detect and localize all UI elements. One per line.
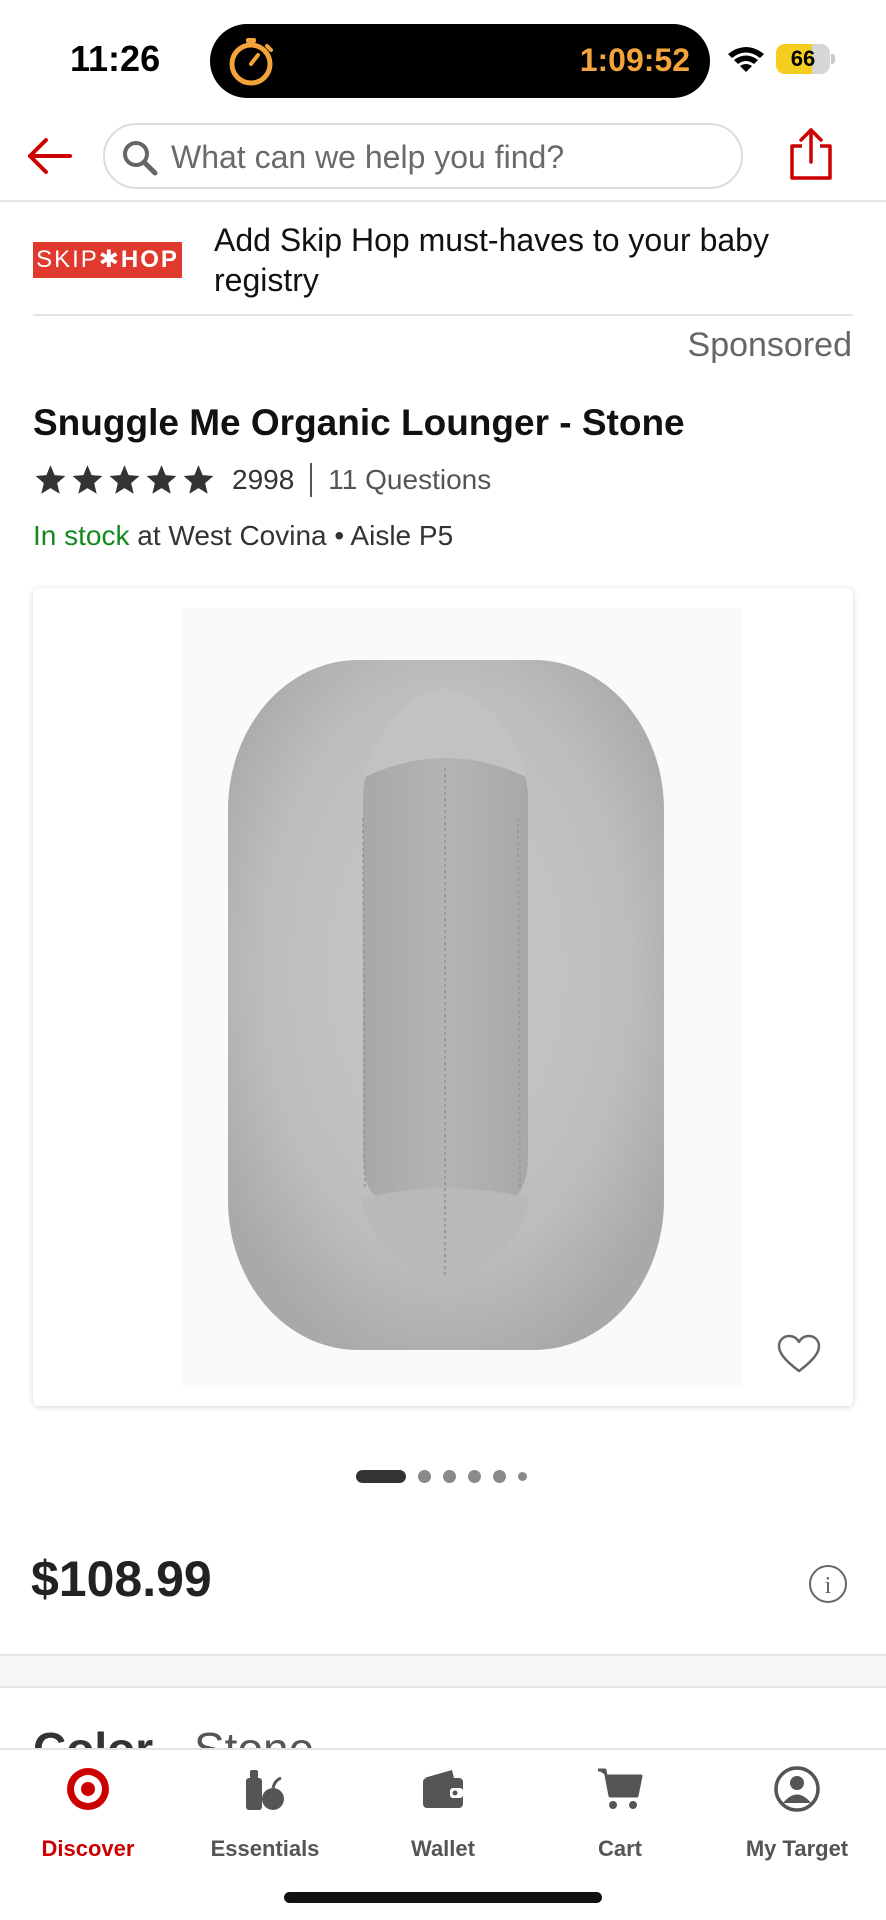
star-icon (146, 465, 177, 494)
tab-wallet[interactable]: Wallet (363, 1764, 523, 1874)
carousel-dot[interactable] (418, 1469, 431, 1483)
store-location: at West Covina • Aisle P5 (129, 520, 454, 551)
tab-discover[interactable]: Discover (8, 1764, 168, 1874)
tab-label: Wallet (411, 1836, 475, 1861)
carousel-dots[interactable] (356, 1469, 527, 1483)
price-info-button[interactable]: i (809, 1565, 847, 1603)
carousel-dot[interactable] (468, 1469, 481, 1483)
rating-count[interactable]: 2998 (232, 464, 294, 496)
tab-label: Discover (41, 1836, 135, 1861)
timer-text: 1:09:52 (579, 42, 690, 78)
product-image (183, 608, 743, 1388)
star-icon (183, 465, 214, 494)
section-divider (0, 1654, 886, 1688)
product-image-carousel[interactable] (33, 588, 853, 1406)
stopwatch-icon (229, 38, 273, 86)
status-time: 11:26 (70, 38, 161, 79)
home-indicator[interactable] (284, 1892, 602, 1903)
dynamic-island[interactable]: 1:09:52 (210, 24, 710, 98)
stock-status: In stock at West Covina • Aisle P5 (33, 520, 453, 552)
skiphop-logo: SKIP✱HOP (33, 242, 182, 278)
tab-cart[interactable]: Cart (540, 1764, 700, 1874)
favorite-heart-icon[interactable] (777, 1334, 821, 1374)
product-title: Snuggle Me Organic Lounger - Stone (33, 402, 685, 443)
divider (310, 463, 313, 497)
tab-my-target[interactable]: My Target (717, 1764, 877, 1874)
rating-row[interactable]: 2998 11 Questions (33, 460, 491, 500)
star-icon (72, 465, 103, 494)
carousel-dot[interactable] (356, 1469, 406, 1483)
banner-text: Add Skip Hop must-haves to your baby reg… (214, 222, 769, 298)
carousel-dot[interactable] (493, 1469, 506, 1483)
wifi-icon (728, 47, 764, 72)
tab-label: My Target (745, 1836, 849, 1861)
in-stock-label: In stock (33, 520, 130, 551)
info-icon: i (824, 1573, 832, 1599)
star-rating[interactable] (33, 463, 216, 497)
search-bar[interactable] (103, 123, 743, 189)
sponsored-label: Sponsored (687, 326, 852, 364)
search-input[interactable] (171, 135, 731, 179)
account-icon (774, 1766, 820, 1812)
target-logo-icon (67, 1768, 109, 1810)
share-icon[interactable] (788, 126, 834, 182)
tab-label: Essentials (210, 1836, 320, 1861)
battery-text: 66 (790, 46, 816, 71)
star-icon (109, 465, 140, 494)
essentials-icon (246, 1770, 284, 1810)
status-bar: 11:26 1:09:52 66 (0, 0, 886, 110)
questions-link[interactable]: 11 Questions (328, 464, 491, 496)
carousel-dot[interactable] (443, 1469, 456, 1483)
header (0, 110, 886, 202)
star-icon (35, 465, 66, 494)
search-icon (123, 141, 158, 176)
wallet-icon (423, 1770, 463, 1808)
cart-icon (598, 1768, 643, 1809)
tab-label: Cart (597, 1836, 642, 1861)
carousel-dot[interactable] (518, 1471, 527, 1481)
back-arrow-icon[interactable] (26, 134, 74, 178)
battery-indicator: 66 (776, 44, 835, 74)
tab-essentials[interactable]: Essentials (185, 1764, 345, 1874)
sponsored-banner[interactable]: SKIP✱HOP Add Skip Hop must-haves to your… (33, 204, 853, 316)
product-price: $108.99 (31, 1551, 212, 1607)
